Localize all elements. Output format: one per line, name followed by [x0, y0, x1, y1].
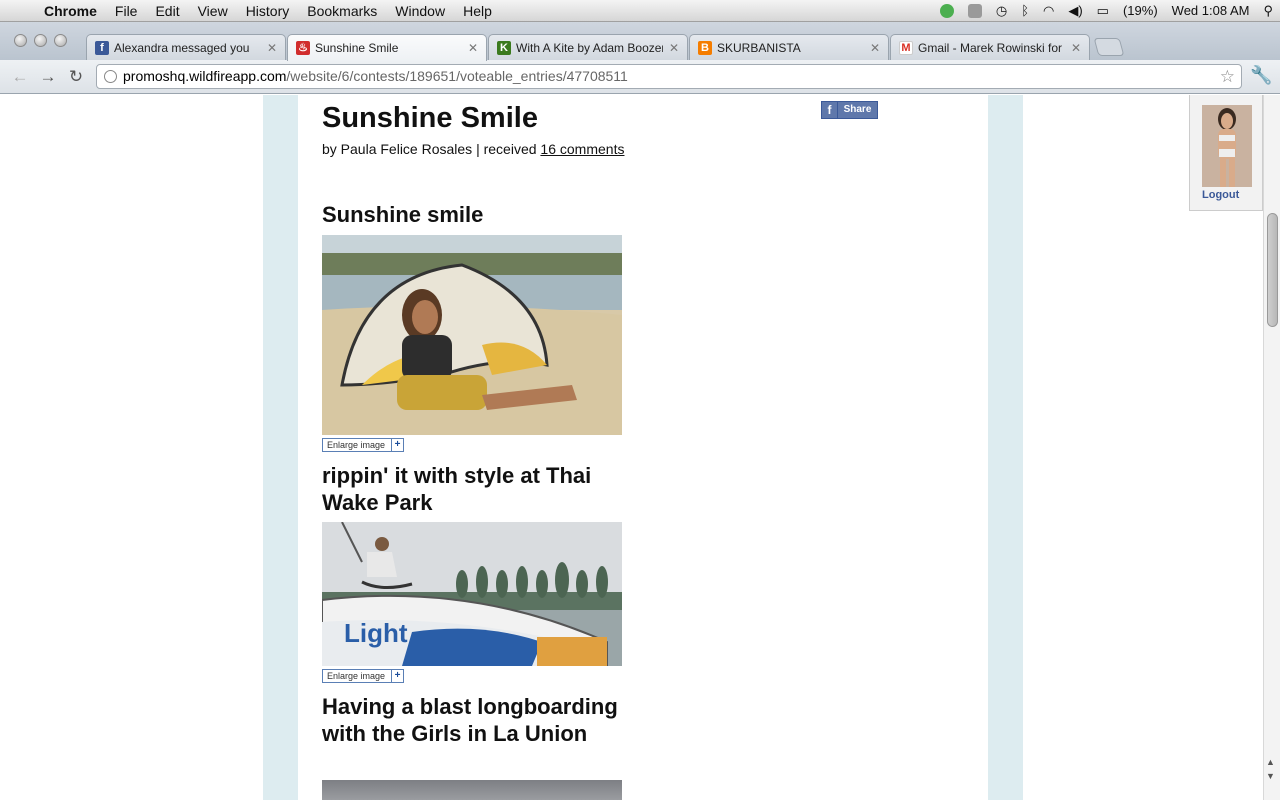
menu-window[interactable]: Window	[386, 3, 454, 19]
menu-bookmarks[interactable]: Bookmarks	[298, 3, 386, 19]
forward-arrow-icon[interactable]: →	[37, 66, 59, 88]
gmail-icon: M	[899, 40, 913, 55]
window-controls	[14, 34, 67, 47]
logout-link[interactable]: Logout	[1202, 189, 1239, 201]
entry-byline: by Paula Felice Rosales | received 16 co…	[322, 141, 624, 157]
comments-link[interactable]: 16 comments	[540, 141, 624, 157]
tab-skurbanista[interactable]: B SKURBANISTA ✕	[689, 34, 889, 60]
spotlight-search-icon[interactable]: ⚲	[1263, 3, 1273, 19]
close-window-button[interactable]	[14, 34, 27, 47]
tab-title: Gmail - Marek Rowinski for S	[918, 40, 1065, 55]
tab-title: With A Kite by Adam Boozer	[516, 40, 663, 55]
tab-title: Sunshine Smile	[315, 41, 399, 55]
section-title: Having a blast longboarding with the Gir…	[322, 694, 618, 746]
macos-menu-bar: Chrome File Edit View History Bookmarks …	[0, 0, 1280, 22]
tab-gmail[interactable]: M Gmail - Marek Rowinski for S ✕	[890, 34, 1090, 60]
share-label: Share	[843, 104, 872, 115]
entry-content: Sunshine Smile by Paula Felice Rosales |…	[298, 95, 988, 800]
page-scrollbar[interactable]: ▲ ▼	[1263, 95, 1280, 800]
app-status-icon[interactable]	[967, 3, 982, 18]
minimize-window-button[interactable]	[34, 34, 47, 47]
bookmark-star-icon[interactable]: ☆	[1220, 65, 1235, 88]
wifi-icon[interactable]: ◠	[1043, 3, 1054, 19]
close-tab-icon[interactable]: ✕	[870, 41, 880, 55]
bluetooth-icon[interactable]: ᛒ	[1021, 3, 1029, 18]
zoom-window-button[interactable]	[54, 34, 67, 47]
address-bar[interactable]: promoshq.wildfireapp.com/website/6/conte…	[96, 64, 1242, 89]
wakeboard-photo[interactable]: Light	[322, 522, 622, 666]
page-title: Sunshine Smile	[322, 102, 538, 134]
browser-toolbar: ← → ↻ promoshq.wildfireapp.com/website/6…	[0, 60, 1280, 94]
volume-icon[interactable]: ◀)	[1068, 3, 1082, 19]
facebook-share-button[interactable]: f Share	[821, 101, 878, 119]
avatar[interactable]	[1202, 105, 1252, 187]
clock[interactable]: Wed 1:08 AM	[1172, 3, 1250, 18]
byline-text: by Paula Felice Rosales | received	[322, 141, 541, 157]
kite-beach-photo[interactable]	[322, 235, 622, 435]
page-viewport: Sunshine Smile by Paula Felice Rosales |…	[0, 95, 1280, 800]
blogger-icon: B	[698, 40, 712, 55]
tab-strip: f Alexandra messaged you ✕ ♨ Sunshine Sm…	[0, 22, 1280, 61]
tab-sunshine-smile[interactable]: ♨ Sunshine Smile ✕	[287, 34, 487, 61]
menu-file[interactable]: File	[106, 3, 147, 19]
close-tab-icon[interactable]: ✕	[267, 41, 277, 55]
time-machine-icon[interactable]: ◷	[996, 3, 1007, 19]
globe-icon	[104, 70, 117, 83]
user-widget: Logout	[1189, 95, 1263, 211]
url-path: /website/6/contests/189651/voteable_entr…	[286, 68, 628, 84]
menu-app-name[interactable]: Chrome	[40, 3, 106, 19]
battery-percent: (19%)	[1122, 3, 1158, 18]
menu-view[interactable]: View	[189, 3, 237, 19]
menu-history[interactable]: History	[237, 3, 299, 19]
enlarge-label: Enlarge image	[327, 671, 386, 681]
battery-icon[interactable]: ▭	[1097, 3, 1109, 19]
svg-text:Light: Light	[344, 618, 408, 648]
scroll-down-arrow-icon[interactable]: ▼	[1266, 771, 1275, 781]
facebook-icon: f	[95, 40, 109, 55]
tab-facebook[interactable]: f Alexandra messaged you ✕	[86, 34, 286, 60]
tab-title: SKURBANISTA	[717, 40, 801, 55]
facebook-icon: f	[822, 102, 838, 118]
plus-icon: +	[391, 439, 403, 451]
section-title: Sunshine smile	[322, 202, 484, 227]
new-tab-button[interactable]	[1093, 38, 1125, 56]
menu-edit[interactable]: Edit	[146, 3, 188, 19]
close-tab-icon[interactable]: ✕	[468, 41, 478, 55]
enlarge-image-button[interactable]: Enlarge image +	[322, 438, 404, 452]
wildfire-icon: ♨	[296, 41, 310, 55]
kickstarter-icon: K	[497, 40, 511, 55]
scroll-up-arrow-icon[interactable]: ▲	[1266, 757, 1275, 767]
back-arrow-icon[interactable]: ←	[9, 66, 31, 88]
chat-status-icon[interactable]	[939, 3, 954, 18]
tab-with-a-kite[interactable]: K With A Kite by Adam Boozer ✕	[488, 34, 688, 60]
enlarge-label: Enlarge image	[327, 440, 386, 450]
longboarding-photo[interactable]	[322, 780, 622, 800]
section-title: rippin' it with style at Thai Wake Park	[322, 463, 592, 515]
url-host: promoshq.wildfireapp.com	[123, 68, 287, 84]
close-tab-icon[interactable]: ✕	[1071, 41, 1081, 55]
plus-icon: +	[391, 670, 403, 682]
enlarge-image-button[interactable]: Enlarge image +	[322, 669, 404, 683]
tab-title: Alexandra messaged you	[114, 40, 250, 55]
reload-icon[interactable]: ↻	[65, 66, 87, 88]
wrench-menu-icon[interactable]: 🔧	[1250, 65, 1272, 86]
status-area: ◷ ᛒ ◠ ◀) ▭ (19%) Wed 1:08 AM ⚲	[933, 0, 1280, 21]
close-tab-icon[interactable]: ✕	[669, 41, 679, 55]
menu-help[interactable]: Help	[454, 3, 501, 19]
scrollbar-thumb[interactable]	[1267, 213, 1278, 327]
